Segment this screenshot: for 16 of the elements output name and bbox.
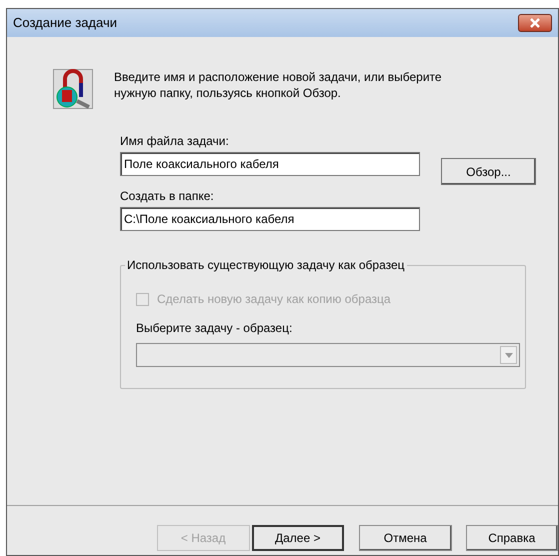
text-field[interactable]: C:\Поле коаксиального кабеля <box>120 207 420 231</box>
text-field[interactable]: Поле коаксиального кабеля <box>120 152 420 176</box>
dialog-button[interactable]: Справка <box>466 525 558 551</box>
checkbox-label: Сделать новую задачу как копию образца <box>157 291 391 308</box>
window-title: Создание задачи <box>13 14 117 32</box>
instruction-text: Введите имя и расположение новой задачи, или выберите нужную папку, пользуясь кнопкой Обзор. <box>114 69 443 102</box>
select-label: Выберите задачу - образец: <box>136 320 294 337</box>
field-label: Создать в папке: <box>120 188 215 204</box>
dialog-button[interactable]: Отмена <box>359 525 452 551</box>
dialog-button[interactable]: Далее > <box>252 525 344 551</box>
magnet-search-icon <box>53 69 93 109</box>
group-title: Использовать существующую задачу как образец <box>125 257 407 273</box>
close-icon <box>529 18 541 28</box>
field-label: Имя файла задачи: <box>120 133 230 149</box>
browse-button[interactable]: Обзор... <box>441 158 536 185</box>
close-button[interactable] <box>518 14 552 32</box>
